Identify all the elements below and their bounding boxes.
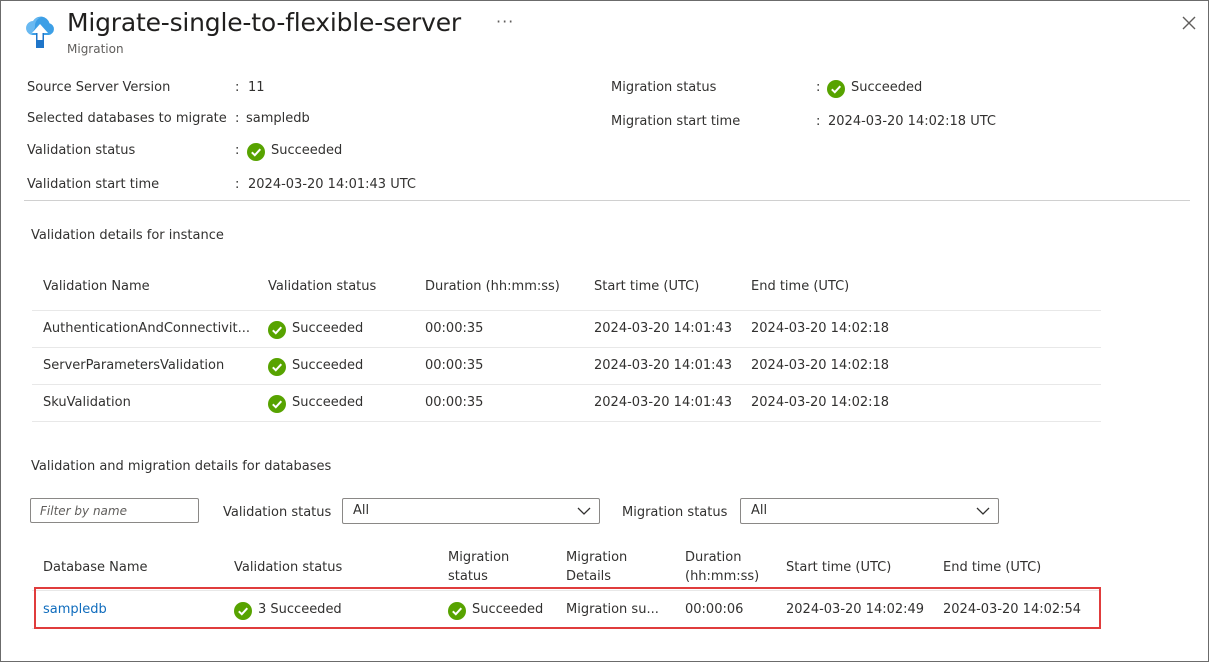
source-version-label: Source Server Version xyxy=(27,80,171,95)
source-version-value: 11 xyxy=(248,80,265,95)
validation-status-value: Succeeded xyxy=(271,143,343,158)
migration-status-dropdown[interactable]: All xyxy=(740,498,999,524)
migration-filter-label: Migration status xyxy=(622,505,728,520)
colon: : xyxy=(235,177,240,192)
success-icon xyxy=(268,356,286,376)
validation-name: AuthenticationAndConnectivit... xyxy=(43,321,250,336)
migration-start-value: 2024-03-20 14:02:18 UTC xyxy=(828,114,996,129)
instance-section-title: Validation details for instance xyxy=(31,228,224,243)
column-header: Details xyxy=(566,569,612,584)
dropdown-value: All xyxy=(353,503,370,518)
success-icon xyxy=(268,319,286,339)
validation-status-label: Validation status xyxy=(27,143,136,158)
divider xyxy=(24,200,1190,201)
column-header: Database Name xyxy=(43,560,148,575)
chevron-down-icon xyxy=(976,505,990,521)
column-header: Duration xyxy=(685,550,742,565)
divider xyxy=(32,310,1101,311)
column-header: Migration xyxy=(448,550,510,565)
duration: 00:00:35 xyxy=(425,358,484,373)
column-header: Migration xyxy=(566,550,628,565)
colon: : xyxy=(235,111,240,126)
migration-start-label: Migration start time xyxy=(611,114,741,129)
end-time: 2024-03-20 14:02:18 xyxy=(751,321,890,336)
success-icon xyxy=(827,78,845,98)
colon: : xyxy=(816,114,821,129)
page-subtitle: Migration xyxy=(67,42,124,56)
success-icon xyxy=(268,393,286,413)
validation-status: Succeeded xyxy=(292,358,364,373)
selected-dbs-label: Selected databases to migrate xyxy=(27,111,227,126)
migration-status-value: Succeeded xyxy=(851,80,923,95)
colon: : xyxy=(816,80,821,95)
column-header: Duration (hh:mm:ss) xyxy=(425,279,560,294)
validation-status-dropdown[interactable]: All xyxy=(342,498,600,524)
column-header: Validation status xyxy=(268,279,377,294)
colon: : xyxy=(235,80,240,95)
filter-by-name-input[interactable] xyxy=(30,498,199,523)
validation-status: Succeeded xyxy=(292,321,364,336)
validation-start-label: Validation start time xyxy=(27,177,160,192)
end-time: 2024-03-20 14:02:18 xyxy=(751,395,890,410)
duration: 00:00:35 xyxy=(425,321,484,336)
column-header: Start time (UTC) xyxy=(786,560,892,575)
validation-name: ServerParametersValidation xyxy=(43,358,225,373)
chevron-down-icon xyxy=(577,505,591,521)
column-header: Validation Name xyxy=(43,279,150,294)
column-header: End time (UTC) xyxy=(943,560,1042,575)
page-title: Migrate-single-to-flexible-server xyxy=(67,8,461,37)
start-time: 2024-03-20 14:01:43 xyxy=(594,358,733,373)
dropdown-value: All xyxy=(751,503,768,518)
divider xyxy=(32,421,1101,422)
column-header: End time (UTC) xyxy=(751,279,850,294)
validation-filter-label: Validation status xyxy=(223,505,332,520)
duration: 00:00:35 xyxy=(425,395,484,410)
column-header: Validation status xyxy=(234,560,343,575)
column-header: status xyxy=(448,569,488,584)
divider xyxy=(32,384,1101,385)
success-icon xyxy=(247,141,265,161)
column-header: (hh:mm:ss) xyxy=(685,569,760,584)
db-section-title: Validation and migration details for dat… xyxy=(31,459,332,474)
validation-status: Succeeded xyxy=(292,395,364,410)
highlight-box xyxy=(34,587,1101,629)
divider xyxy=(32,347,1101,348)
colon: : xyxy=(235,143,240,158)
column-header: Start time (UTC) xyxy=(594,279,700,294)
end-time: 2024-03-20 14:02:18 xyxy=(751,358,890,373)
start-time: 2024-03-20 14:01:43 xyxy=(594,395,733,410)
validation-name: SkuValidation xyxy=(43,395,131,410)
start-time: 2024-03-20 14:01:43 xyxy=(594,321,733,336)
selected-dbs-value: sampledb xyxy=(246,111,310,126)
migration-status-label: Migration status xyxy=(611,80,717,95)
close-icon[interactable] xyxy=(1180,14,1198,32)
validation-start-value: 2024-03-20 14:01:43 UTC xyxy=(248,177,416,192)
ellipsis-icon[interactable]: ··· xyxy=(496,12,514,31)
cloud-upload-icon xyxy=(23,13,57,49)
